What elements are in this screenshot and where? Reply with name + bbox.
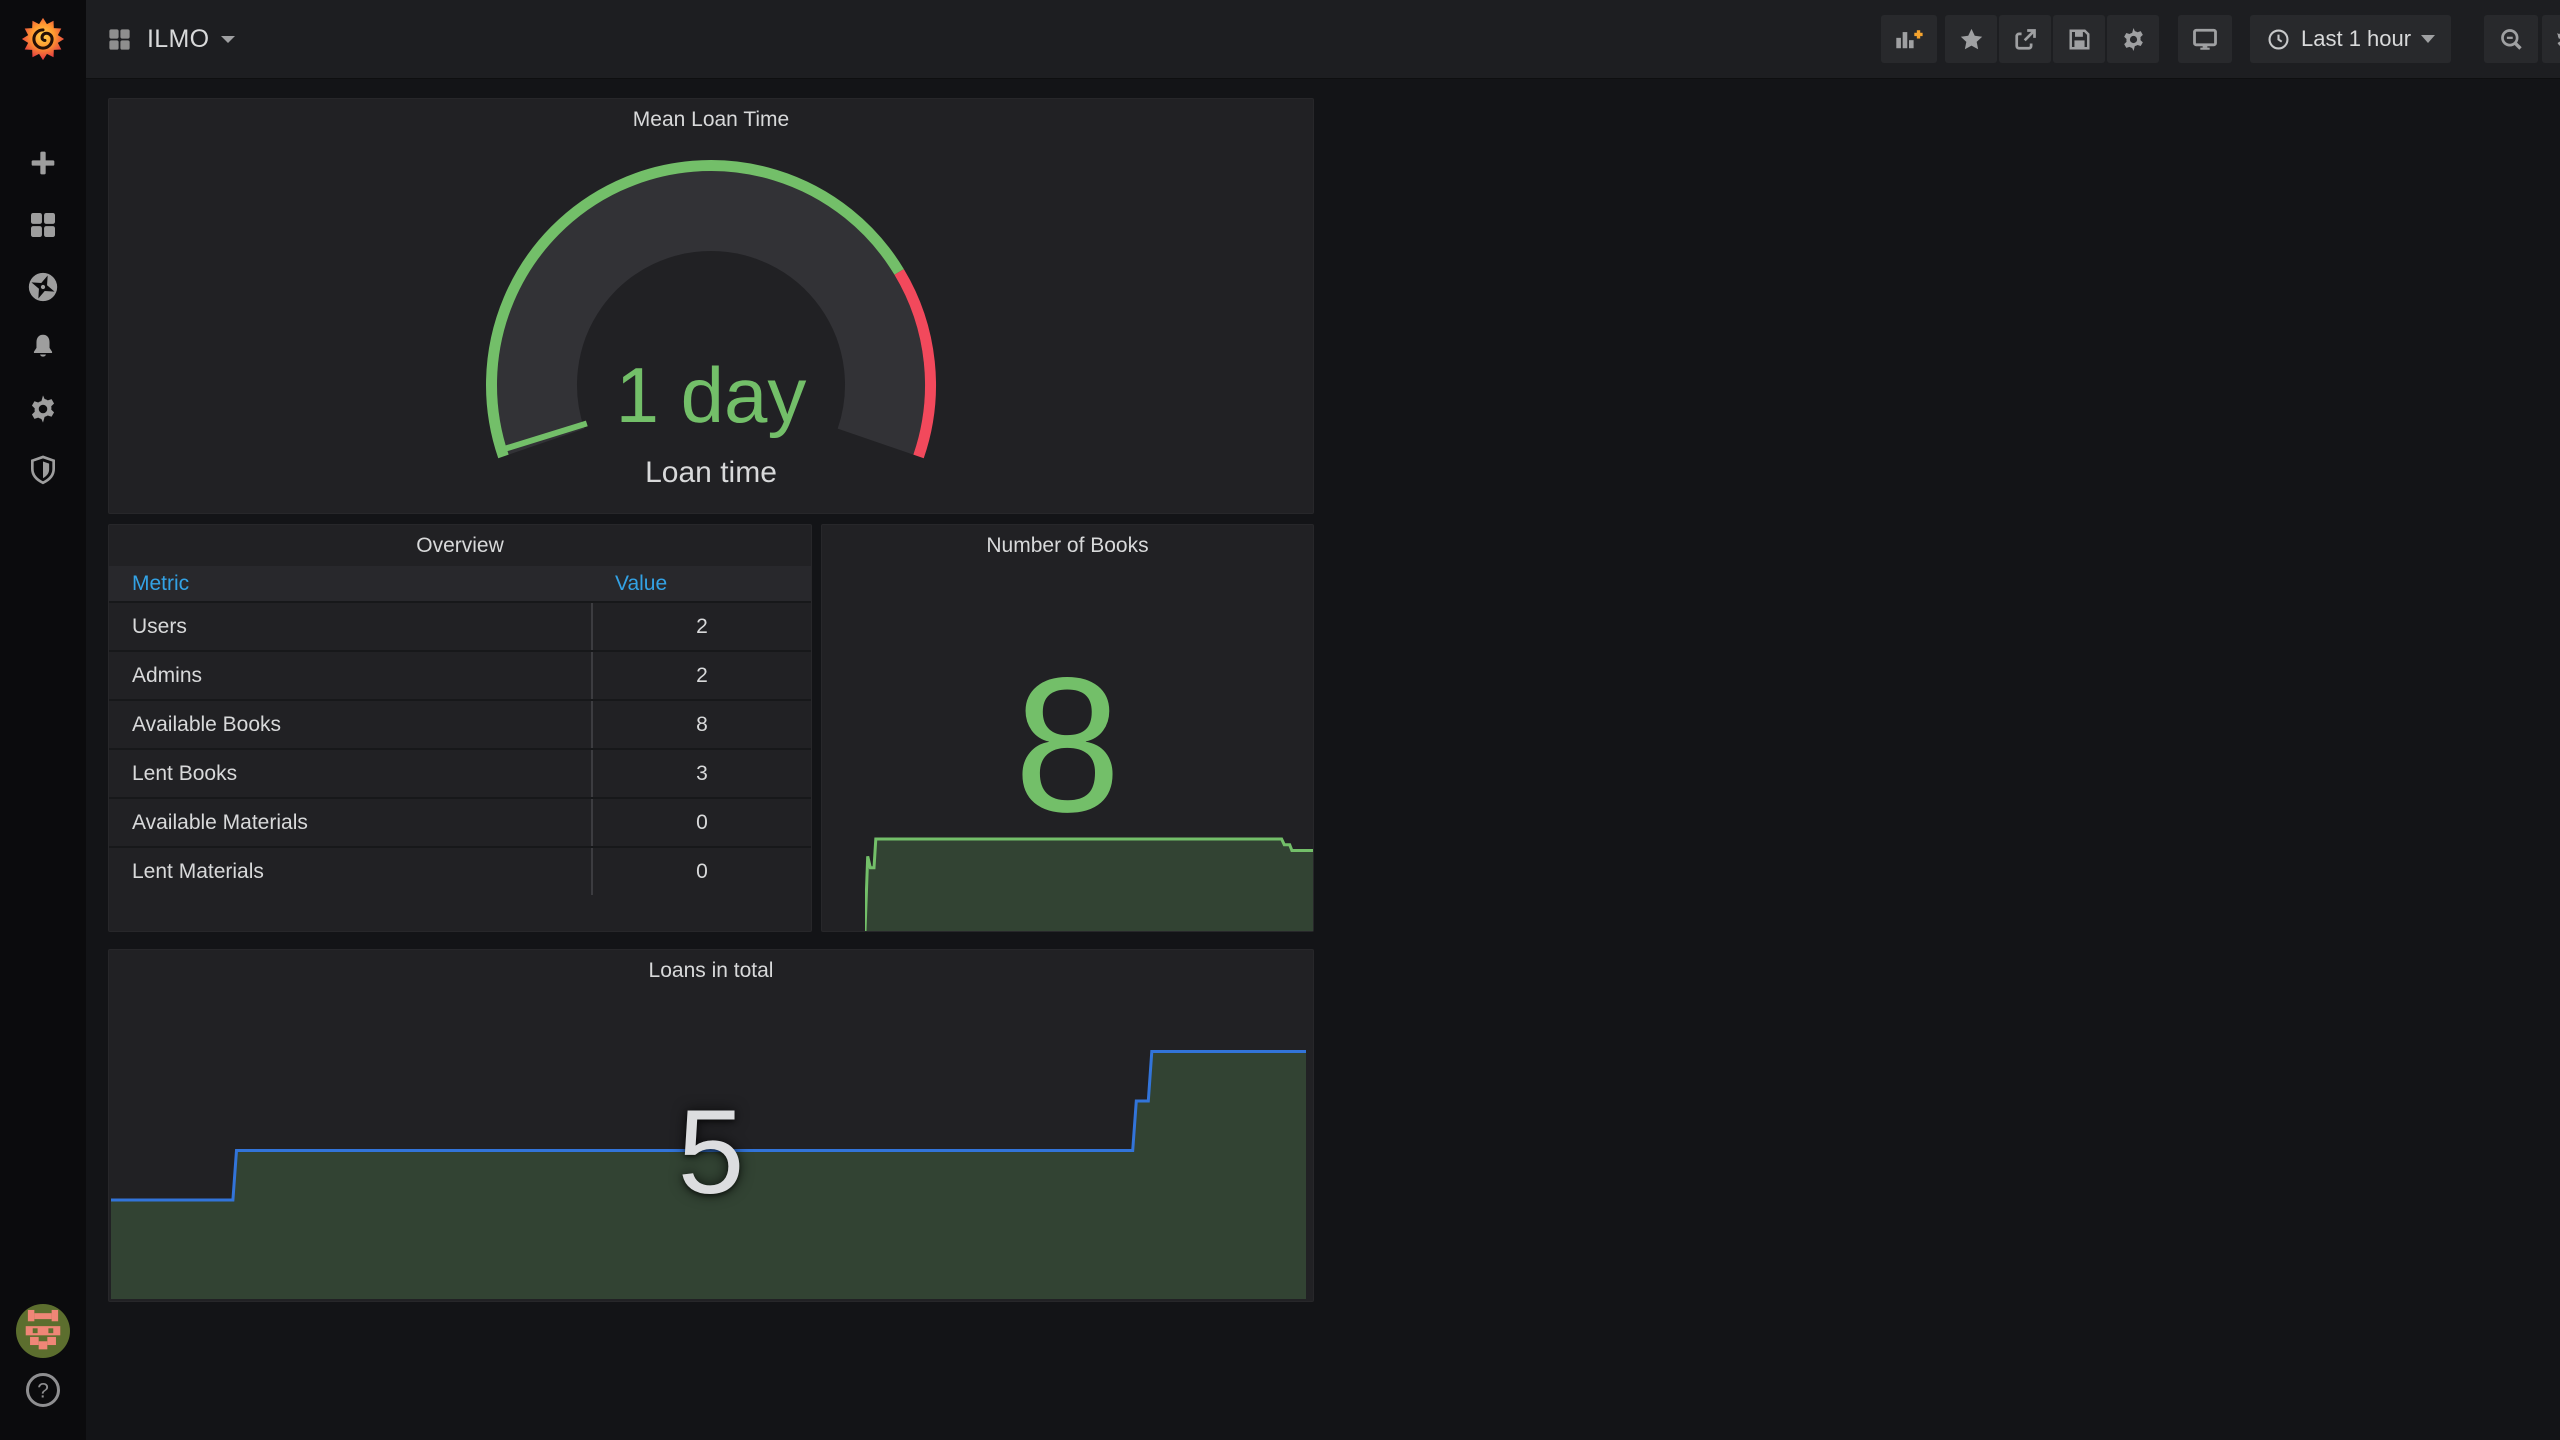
chevron-down-icon xyxy=(221,35,236,43)
refresh-button[interactable] xyxy=(2542,15,2560,63)
save-icon xyxy=(2068,28,2090,50)
metric-cell: Available Materials xyxy=(132,810,308,834)
metric-cell: Admins xyxy=(132,663,203,687)
table-row: Lent Books 3 xyxy=(109,748,811,797)
table-row: Lent Materials 0 xyxy=(109,846,811,895)
table-row: Admins 2 xyxy=(109,650,811,699)
sidebar-item-help[interactable]: ? xyxy=(0,1368,86,1412)
value-cell: 3 xyxy=(591,750,811,797)
gear-icon xyxy=(2123,27,2143,51)
panel-title[interactable]: Mean Loan Time xyxy=(109,108,1313,132)
zoom-out-icon xyxy=(2500,28,2522,50)
explore-compass-icon xyxy=(28,272,58,302)
panel-title[interactable]: Number of Books xyxy=(822,534,1313,558)
sidebar-item-server-admin[interactable] xyxy=(0,452,86,488)
table-row: Available Books 8 xyxy=(109,699,811,748)
panel-title[interactable]: Loans in total xyxy=(109,959,1313,983)
value-cell: 0 xyxy=(591,848,811,895)
help-icon: ? xyxy=(25,1372,61,1408)
refresh-button-group xyxy=(2542,15,2560,63)
overview-table-body: Users 2 Admins 2 Available Books 8 Lent Books 3… xyxy=(109,601,811,895)
share-icon xyxy=(2014,28,2036,50)
add-panel-button[interactable] xyxy=(1881,15,1937,63)
grafana-logo-icon xyxy=(21,17,65,61)
value-cell: 8 xyxy=(591,701,811,748)
question-glyph: ? xyxy=(37,1379,49,1402)
metric-cell: Users xyxy=(132,614,187,638)
metric-cell: Lent Books xyxy=(132,761,238,785)
cycle-view-button[interactable] xyxy=(2178,15,2232,63)
sidebar-item-alerting[interactable] xyxy=(0,330,86,364)
time-range-label: Last 1 hour xyxy=(2301,26,2412,51)
save-dashboard-button[interactable] xyxy=(2053,15,2105,63)
column-header-metric[interactable]: Metric xyxy=(109,572,591,596)
star-dashboard-button[interactable] xyxy=(1945,15,1997,63)
gauge-field-label: Loan time xyxy=(645,456,777,489)
topbar: ILMO Last 1 hour xyxy=(86,0,2560,79)
panel-overview: Overview Metric Value Users 2 Admins 2 Avail… xyxy=(108,524,812,932)
stat-value-books: 8 xyxy=(1014,637,1121,852)
avatar-image xyxy=(16,1304,70,1358)
add-panel-icon xyxy=(1896,30,1923,49)
value-cell: 2 xyxy=(591,652,811,699)
share-dashboard-button[interactable] xyxy=(1999,15,2051,63)
dashboards-grid-icon xyxy=(31,213,55,237)
value-cell: 0 xyxy=(591,799,811,846)
sidebar-item-create[interactable] xyxy=(0,146,86,180)
table-row: Available Materials 0 xyxy=(109,797,811,846)
value-cell: 2 xyxy=(591,603,811,650)
configuration-gear-icon xyxy=(31,395,55,423)
sidebar-item-configuration[interactable] xyxy=(0,392,86,426)
sidebar-item-explore[interactable] xyxy=(0,270,86,304)
column-header-value[interactable]: Value xyxy=(591,572,667,596)
cycle-view-icon xyxy=(2193,28,2217,50)
zoom-out-time-button[interactable] xyxy=(2484,15,2538,63)
clock-icon xyxy=(2268,28,2289,50)
plus-icon xyxy=(31,151,55,175)
dashboard-title-dropdown[interactable]: ILMO xyxy=(147,24,236,54)
stat-value-loans: 5 xyxy=(677,1085,745,1219)
table-header-row: Metric Value xyxy=(109,566,811,601)
sidebar-item-dashboards[interactable] xyxy=(0,208,86,242)
user-avatar[interactable] xyxy=(0,1304,86,1358)
grid-icon xyxy=(109,28,130,50)
alerting-bell-icon xyxy=(33,334,53,357)
dashboard-title: ILMO xyxy=(147,24,210,53)
time-range-picker[interactable]: Last 1 hour xyxy=(2250,15,2452,63)
panel-title[interactable]: Overview xyxy=(109,534,811,558)
sidebar: ? xyxy=(0,0,86,1440)
refresh-icon xyxy=(2557,33,2560,46)
metric-cell: Lent Materials xyxy=(132,859,264,883)
table-row: Users 2 xyxy=(109,601,811,650)
dashboard-settings-button[interactable] xyxy=(2107,15,2159,63)
panel-loans-in-total: Loans in total 5 xyxy=(108,949,1314,1302)
grafana-logo[interactable] xyxy=(0,8,86,70)
gauge-value: 1 day xyxy=(615,351,807,439)
panel-mean-loan-time: Mean Loan Time 1 day Loan time xyxy=(108,98,1314,514)
chevron-down-icon xyxy=(2421,35,2436,43)
server-admin-shield-icon xyxy=(31,455,55,485)
panel-number-of-books: Number of Books 8 xyxy=(821,524,1314,932)
star-icon xyxy=(1960,28,1982,49)
metric-cell: Available Books xyxy=(132,712,282,736)
